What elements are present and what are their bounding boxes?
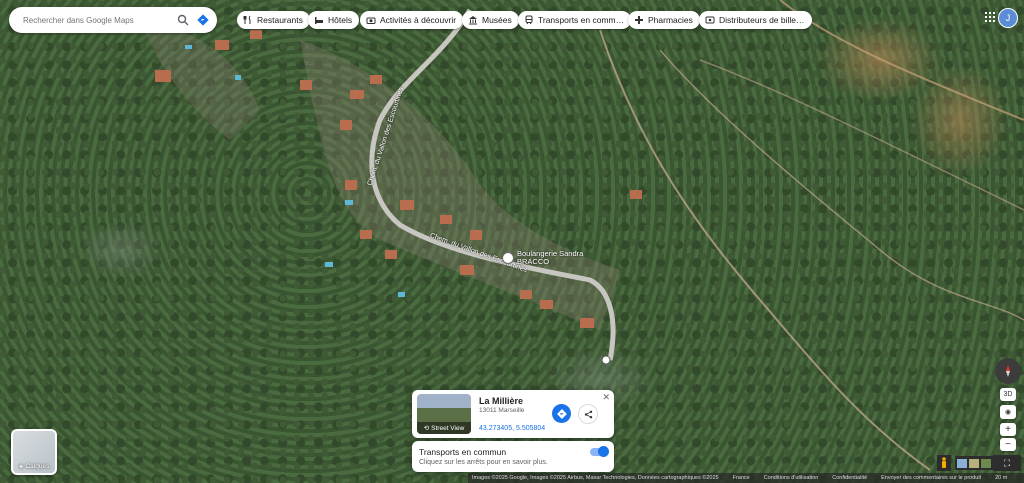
search-icon[interactable] xyxy=(173,10,193,30)
fork-knife-icon xyxy=(242,14,254,26)
chip-label: Distributeurs de bille… xyxy=(719,15,805,25)
plus-icon: + xyxy=(1005,424,1011,435)
map-type-thumbnails[interactable] xyxy=(955,456,993,470)
place-card: ⟲ Street View La Millière 13011 Marseille… xyxy=(412,390,614,438)
location-icon: ◉ xyxy=(1004,409,1012,416)
street-view-icon: ⟲ xyxy=(423,425,430,432)
chip-label: Transports en comm… xyxy=(538,15,625,25)
poi-label: Boulangerie Sandra BRACCO xyxy=(517,249,584,266)
layers-label: Calques xyxy=(25,463,50,470)
compass-icon[interactable] xyxy=(995,358,1021,384)
chip-museums[interactable]: Musées xyxy=(462,11,519,29)
chip-label: Hôtels xyxy=(328,15,353,25)
poi-marker[interactable]: Boulangerie Sandra BRACCO xyxy=(502,250,587,266)
attribution: Images ©2025 Google, Images ©2025 Airbus… xyxy=(472,475,719,481)
transit-subtitle: Cliquez sur les arrêts pour en savoir pl… xyxy=(419,459,548,466)
search-box[interactable] xyxy=(9,7,217,33)
chip-hotels[interactable]: Hôtels xyxy=(308,11,360,29)
place-title[interactable]: La Millière xyxy=(479,396,523,406)
chip-transit[interactable]: Transports en comm… xyxy=(518,11,632,29)
account-avatar[interactable]: J xyxy=(998,8,1018,28)
bed-icon xyxy=(313,14,325,26)
my-location-button[interactable]: ◉ xyxy=(1000,405,1016,419)
close-icon[interactable]: ✕ xyxy=(602,392,610,403)
map-footer: Images ©2025 Google, Images ©2025 Airbus… xyxy=(468,473,1024,483)
pharmacy-icon xyxy=(633,14,645,26)
street-view-label: Street View xyxy=(431,424,465,432)
chip-label: Musées xyxy=(482,15,512,25)
terms-link[interactable]: Conditions d'utilisation xyxy=(764,475,819,481)
chip-pharmacies[interactable]: Pharmacies xyxy=(628,11,700,29)
minus-icon: − xyxy=(1005,439,1011,450)
search-input[interactable] xyxy=(21,14,173,26)
train-icon xyxy=(523,14,535,26)
expand-icon[interactable]: ⛶ xyxy=(993,455,1021,471)
layers-button[interactable]: ◈ Calques xyxy=(11,429,57,475)
museum-icon xyxy=(467,14,479,26)
pegman-icon[interactable] xyxy=(937,455,951,471)
zoom-out-button[interactable]: − xyxy=(1000,438,1016,451)
chip-atm[interactable]: Distributeurs de bille… xyxy=(699,11,812,29)
directions-button[interactable] xyxy=(552,404,571,423)
layers-icon: ◈ xyxy=(18,463,24,470)
street-view-thumbnail[interactable]: ⟲ Street View xyxy=(417,394,471,434)
share-button[interactable] xyxy=(578,404,598,424)
place-coordinates[interactable]: 43.273405, 5.505804 xyxy=(479,425,545,432)
dollar-icon xyxy=(704,14,716,26)
chip-label: Activités à découvrir xyxy=(380,15,457,25)
zoom-in-button[interactable]: + xyxy=(1000,423,1016,436)
transit-title: Transports en commun xyxy=(419,447,507,457)
transit-toggle[interactable] xyxy=(590,446,609,457)
view-3d-button[interactable]: 3D xyxy=(1000,388,1016,401)
transit-card: Transports en commun Cliquez sur les arr… xyxy=(412,441,614,472)
chip-label: Restaurants xyxy=(257,15,303,25)
privacy-link[interactable]: Confidentialité xyxy=(832,475,867,481)
camera-icon xyxy=(365,14,377,26)
chip-restaurants[interactable]: Restaurants xyxy=(237,11,310,29)
apps-grid-icon[interactable] xyxy=(985,12,995,22)
directions-icon xyxy=(556,408,567,419)
chip-activities[interactable]: Activités à découvrir xyxy=(360,11,464,29)
place-address: 13011 Marseille xyxy=(479,407,525,414)
poi-pin-icon xyxy=(502,252,514,264)
directions-icon[interactable] xyxy=(193,10,213,30)
country-label[interactable]: France xyxy=(733,475,750,481)
feedback-link[interactable]: Envoyer des commentaires sur le produit xyxy=(881,475,981,481)
scale-label[interactable]: 20 m xyxy=(995,475,1007,481)
chip-label: Pharmacies xyxy=(648,15,693,25)
share-icon xyxy=(584,410,592,418)
